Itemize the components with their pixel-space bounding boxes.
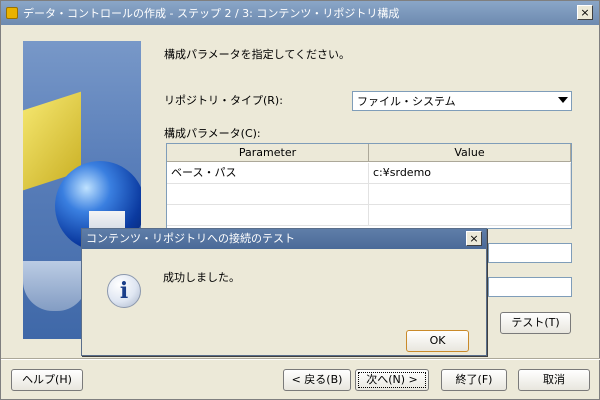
dialog-close-icon[interactable]: × xyxy=(466,231,482,246)
text-field[interactable] xyxy=(488,243,572,263)
cancel-button[interactable]: 取消 xyxy=(518,369,590,391)
app-icon xyxy=(6,7,18,19)
close-icon[interactable]: × xyxy=(577,5,593,20)
column-header-value[interactable]: Value xyxy=(369,144,571,161)
table-cell-parameter[interactable] xyxy=(167,205,369,225)
text-field[interactable] xyxy=(488,277,572,297)
title-bar[interactable]: データ・コントロールの作成 - ステップ 2 / 3: コンテンツ・リポジトリ構… xyxy=(1,1,599,25)
table-row[interactable] xyxy=(167,184,571,205)
table-header: Parameter Value xyxy=(167,144,571,162)
repository-type-value: ファイル・システム xyxy=(357,95,456,108)
connection-test-dialog: コンテンツ・リポジトリへの接続のテスト × i 成功しました。 OK xyxy=(81,228,487,356)
footer-separator xyxy=(1,358,600,360)
table-row[interactable]: ベース・パス c:¥srdemo xyxy=(167,163,571,184)
dialog-title-bar[interactable]: コンテンツ・リポジトリへの接続のテスト xyxy=(82,229,486,249)
test-button[interactable]: テスト(T) xyxy=(500,312,571,334)
table-cell-parameter[interactable] xyxy=(167,184,369,204)
table-cell-value[interactable] xyxy=(369,184,571,204)
column-header-parameter[interactable]: Parameter xyxy=(167,144,369,161)
config-params-table: Parameter Value ベース・パス c:¥srdemo xyxy=(166,143,572,229)
window-title: データ・コントロールの作成 - ステップ 2 / 3: コンテンツ・リポジトリ構… xyxy=(23,7,400,20)
config-params-label: 構成パラメータ(C): xyxy=(164,127,261,140)
next-button[interactable]: 次へ(N) > xyxy=(355,369,429,391)
info-icon: i xyxy=(107,274,141,308)
ok-button[interactable]: OK xyxy=(406,330,469,352)
coffee-cup-icon xyxy=(23,261,87,311)
repository-type-label: リポジトリ・タイプ(R): xyxy=(164,94,283,107)
wizard-window: データ・コントロールの作成 - ステップ 2 / 3: コンテンツ・リポジトリ構… xyxy=(0,0,600,400)
table-cell-value[interactable]: c:¥srdemo xyxy=(369,163,571,183)
table-cell-value[interactable] xyxy=(369,205,571,225)
table-row[interactable] xyxy=(167,205,571,226)
back-button[interactable]: < 戻る(B) xyxy=(283,369,351,391)
instruction-text: 構成パラメータを指定してください。 xyxy=(164,48,351,61)
dialog-message: 成功しました。 xyxy=(163,271,240,284)
dialog-title: コンテンツ・リポジトリへの接続のテスト xyxy=(86,232,295,245)
help-button[interactable]: ヘルプ(H) xyxy=(11,369,83,391)
chevron-down-icon[interactable] xyxy=(558,97,568,103)
table-cell-parameter[interactable]: ベース・パス xyxy=(167,163,369,183)
finish-button[interactable]: 終了(F) xyxy=(441,369,507,391)
repository-type-select[interactable]: ファイル・システム xyxy=(352,91,572,111)
